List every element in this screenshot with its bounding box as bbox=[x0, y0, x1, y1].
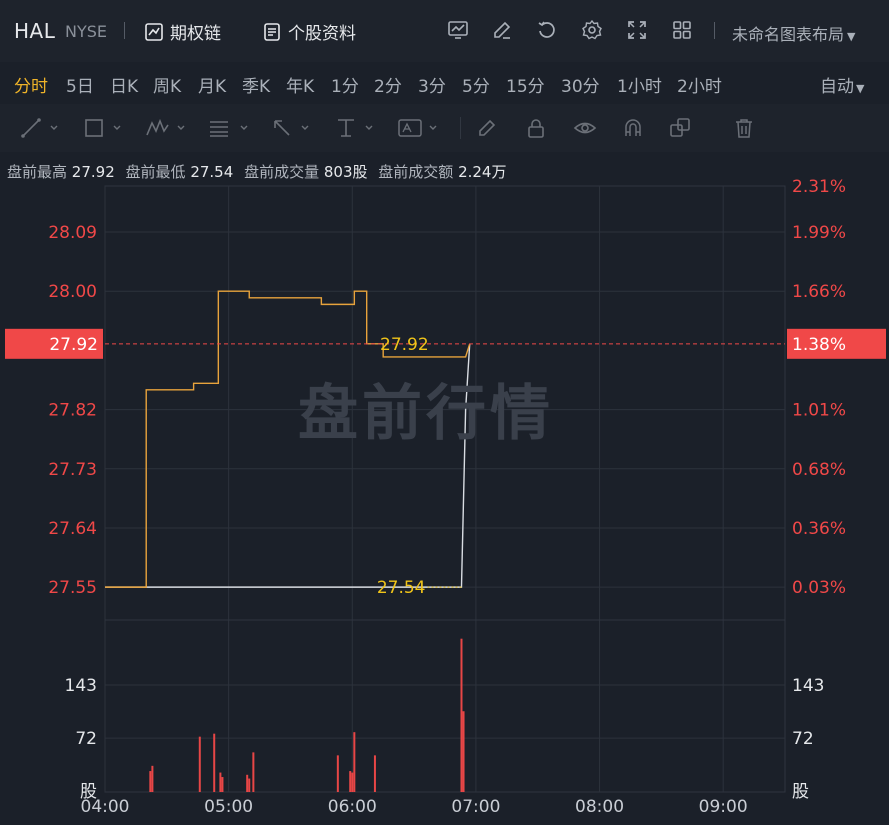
y-left-tick-label: 28.09 bbox=[48, 223, 97, 243]
plot-area bbox=[104, 185, 786, 793]
volume-bar bbox=[219, 772, 222, 792]
y-left-tick-label: 27.82 bbox=[48, 401, 97, 421]
volume-bar bbox=[462, 711, 465, 792]
x-tick-label: 04:00 bbox=[81, 797, 130, 817]
volume-y-right-tick-label: 143 bbox=[792, 676, 824, 696]
volume-bar bbox=[373, 755, 376, 792]
current-pct-label: 1.38% bbox=[792, 335, 846, 355]
volume-bar bbox=[149, 771, 152, 792]
volume-bar bbox=[248, 778, 251, 792]
x-tick-label: 09:00 bbox=[699, 797, 748, 817]
x-tick-label: 08:00 bbox=[575, 797, 624, 817]
x-tick-label: 07:00 bbox=[451, 797, 500, 817]
current-price-label: 27.92 bbox=[49, 335, 98, 355]
y-left-tick-label: 27.55 bbox=[48, 578, 97, 598]
volume-bar bbox=[246, 774, 249, 792]
volume-bar bbox=[198, 736, 201, 792]
x-tick-label: 05:00 bbox=[204, 797, 253, 817]
volume-y-left-tick-label: 72 bbox=[75, 729, 97, 749]
y-left-tick-label: 28.00 bbox=[48, 282, 97, 302]
y-left-tick-label: 27.64 bbox=[48, 519, 97, 539]
high-annotation: 27.92 bbox=[380, 335, 429, 355]
volume-bar bbox=[460, 638, 463, 792]
y-left-tick-label: 27.73 bbox=[48, 460, 97, 480]
volume-y-left-tick-label: 143 bbox=[65, 676, 97, 696]
volume-bar bbox=[351, 772, 354, 792]
y-right-tick-label: 0.03% bbox=[792, 578, 846, 598]
volume-y-right-tick-label: 72 bbox=[792, 729, 814, 749]
volume-bar bbox=[349, 771, 352, 792]
x-tick-label: 06:00 bbox=[328, 797, 377, 817]
y-right-tick-label: 1.01% bbox=[792, 401, 846, 421]
volume-bar bbox=[353, 732, 356, 792]
y-right-tick-label: 0.68% bbox=[792, 460, 846, 480]
low-annotation: 27.54 bbox=[377, 578, 426, 598]
watermark: 盘前行情 bbox=[298, 379, 554, 449]
volume-bar bbox=[213, 733, 216, 792]
y-right-tick-label: 2.31% bbox=[792, 177, 846, 197]
volume-bar bbox=[221, 777, 224, 792]
y-right-tick-label: 1.66% bbox=[792, 282, 846, 302]
volume-bar bbox=[151, 765, 154, 792]
volume-bar bbox=[336, 755, 339, 792]
volume-bar bbox=[252, 752, 255, 792]
y-right-tick-label: 0.36% bbox=[792, 519, 846, 539]
volume-unit-right: 股 bbox=[792, 782, 809, 802]
y-right-tick-label: 1.99% bbox=[792, 223, 846, 243]
